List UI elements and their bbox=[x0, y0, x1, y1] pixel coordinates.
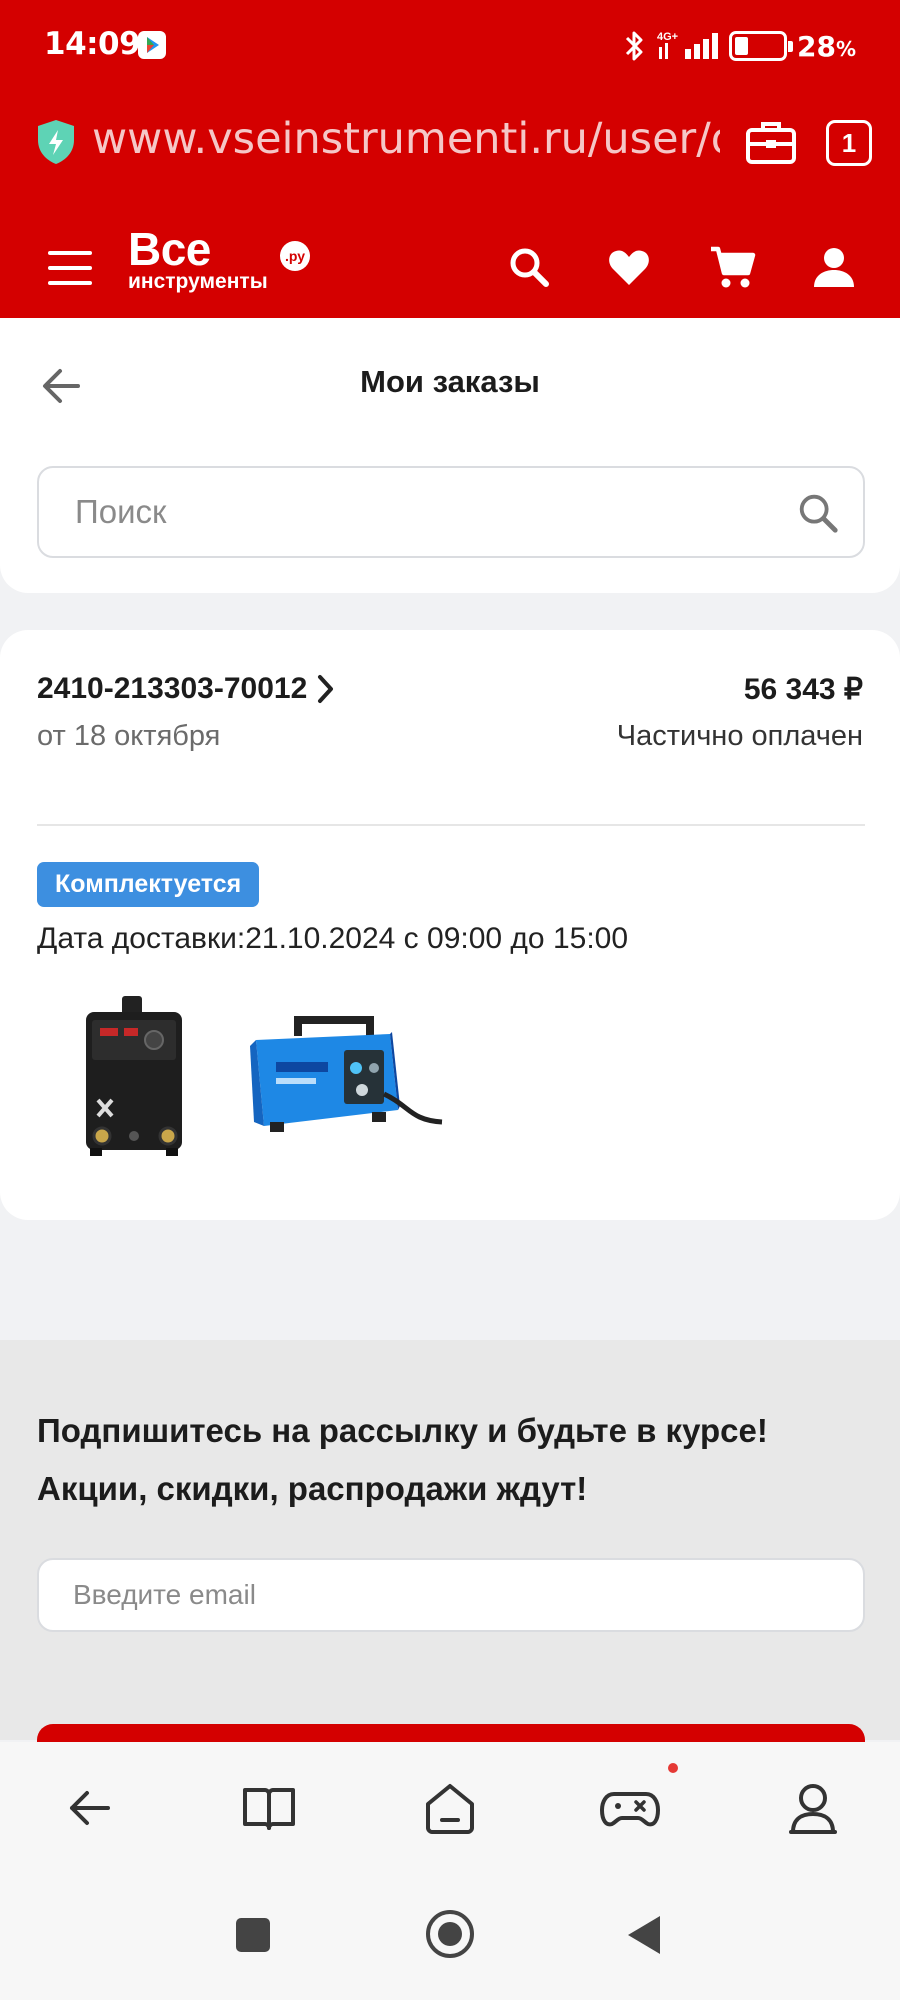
home-icon[interactable] bbox=[420, 1778, 480, 1838]
newsletter-title: Подпишитесь на рассылку и будьте в курсе… bbox=[37, 1402, 867, 1518]
product-welder-blue-image[interactable] bbox=[250, 1010, 446, 1152]
book-icon[interactable] bbox=[239, 1778, 299, 1838]
svg-text:4G+: 4G+ bbox=[657, 31, 678, 43]
newsletter-line-2: Акции, скидки, распродажи ждут! bbox=[37, 1470, 588, 1507]
order-number: 2410-213303-70012 bbox=[37, 672, 308, 705]
signal-icon: 4G+ bbox=[657, 31, 718, 59]
cart-icon[interactable] bbox=[708, 243, 756, 291]
email-field[interactable] bbox=[37, 1558, 865, 1632]
status-bar: 14:09 4G+ 28% bbox=[0, 0, 900, 92]
url-text[interactable]: www.vseinstrumenti.ru/user/orders bbox=[92, 114, 720, 164]
tabs-icon[interactable]: 1 bbox=[826, 120, 872, 166]
bluetooth-icon bbox=[625, 31, 643, 61]
newsletter-line-1: Подпишитесь на рассылку и будьте в курсе… bbox=[37, 1412, 768, 1449]
payment-status: Частично оплачен bbox=[616, 720, 863, 752]
battery-icon bbox=[728, 31, 793, 61]
browser-url-bar[interactable]: www.vseinstrumenti.ru/user/orders 1 bbox=[0, 100, 900, 190]
briefcase-icon[interactable] bbox=[744, 118, 798, 168]
email-input[interactable] bbox=[73, 1560, 833, 1630]
product-welder-black-image[interactable] bbox=[78, 992, 190, 1168]
site-header: Все инструменты .ру bbox=[0, 215, 900, 318]
notification-dot bbox=[668, 1763, 678, 1773]
profile-icon[interactable] bbox=[783, 1778, 843, 1838]
search-icon[interactable] bbox=[795, 490, 841, 536]
battery-percent: 28% bbox=[796, 29, 856, 63]
logo-title: Все bbox=[128, 223, 211, 275]
page-title: Мои заказы bbox=[360, 364, 540, 399]
search-input[interactable] bbox=[75, 468, 775, 556]
back-icon[interactable] bbox=[60, 1778, 120, 1838]
menu-icon[interactable] bbox=[48, 251, 92, 285]
status-time: 14:09 bbox=[44, 26, 141, 62]
divider bbox=[37, 824, 865, 826]
order-number-link[interactable]: 2410-213303-70012 bbox=[37, 672, 335, 706]
order-search[interactable] bbox=[37, 466, 865, 558]
heart-icon[interactable] bbox=[605, 243, 653, 291]
delivery-date: Дата доставки:21.10.2024 с 09:00 до 15:0… bbox=[37, 922, 629, 955]
logo-badge: .ру bbox=[280, 241, 310, 271]
status-badge: Комплектуется bbox=[37, 862, 260, 907]
recent-apps-button[interactable] bbox=[236, 1918, 270, 1952]
site-logo[interactable]: Все инструменты .ру bbox=[128, 223, 310, 293]
order-date: от 18 октября bbox=[37, 720, 221, 752]
order-total: 56 343 ₽ bbox=[743, 673, 863, 706]
system-home-button[interactable] bbox=[426, 1910, 474, 1958]
system-back-button[interactable] bbox=[628, 1916, 660, 1954]
chevron-right-icon bbox=[318, 675, 334, 703]
search-icon[interactable] bbox=[505, 243, 553, 291]
newsletter-section bbox=[0, 1340, 900, 1740]
shield-icon[interactable] bbox=[34, 118, 78, 166]
user-icon[interactable] bbox=[810, 243, 858, 291]
logo-subtitle: инструменты bbox=[128, 270, 268, 293]
gamepad-icon[interactable] bbox=[600, 1778, 660, 1838]
play-store-icon bbox=[138, 31, 166, 59]
